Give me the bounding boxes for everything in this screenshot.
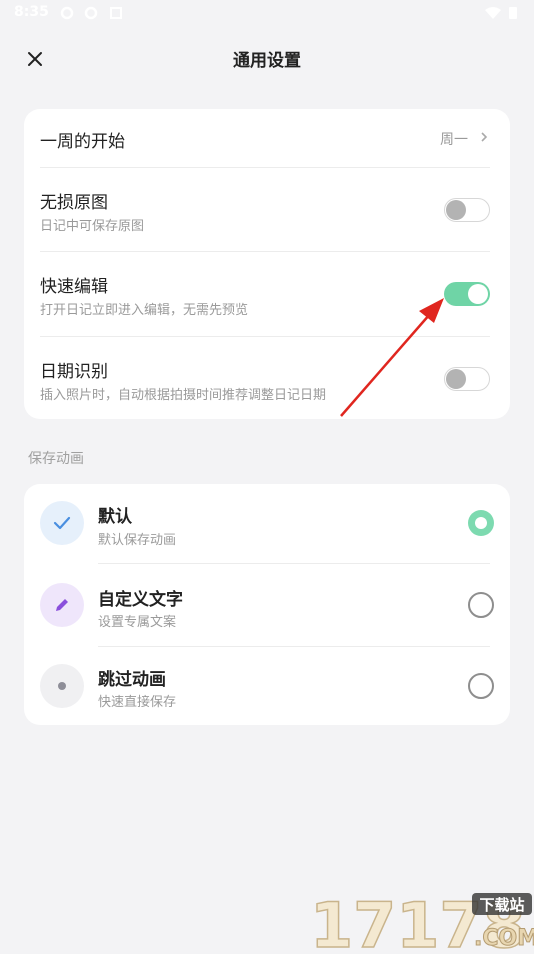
notification-icon [110, 7, 122, 19]
option-radio[interactable] [468, 673, 494, 699]
animation-option-custom-text[interactable]: 自定义文字 设置专属文案 [24, 564, 510, 646]
week-start-row[interactable]: 一周的开始 周一 [24, 109, 510, 167]
save-animation-card: 默认 默认保存动画 自定义文字 设置专属文案 跳过动画 快速直接保存 [24, 484, 510, 725]
watermark-logo: 17178 下载站 .COM [308, 887, 534, 954]
quick-edit-row: 快速编辑 打开日记立即进入编辑，无需先预览 [24, 252, 510, 336]
gear-icon [84, 6, 98, 20]
week-start-value: 周一 [440, 132, 468, 148]
watermark-suffix: .COM [474, 926, 534, 950]
animation-option-skip[interactable]: 跳过动画 快速直接保存 [24, 647, 510, 725]
option-radio[interactable] [468, 510, 494, 536]
animation-option-default[interactable]: 默认 默认保存动画 [24, 484, 510, 563]
option-subtitle: 默认保存动画 [98, 533, 177, 548]
date-detect-title: 日期识别 [40, 362, 108, 382]
status-time: 8:35 [14, 4, 49, 20]
wifi-icon [485, 7, 501, 19]
lossless-title: 无损原图 [40, 193, 108, 213]
option-subtitle: 快速直接保存 [98, 695, 177, 710]
pencil-icon [40, 583, 84, 627]
option-title: 自定义文字 [98, 590, 183, 610]
battery-icon [509, 7, 517, 19]
lossless-subtitle: 日记中可保存原图 [40, 219, 145, 234]
lossless-toggle[interactable] [444, 198, 490, 222]
quick-edit-subtitle: 打开日记立即进入编辑，无需先预览 [40, 303, 249, 318]
option-radio[interactable] [468, 592, 494, 618]
quick-edit-title: 快速编辑 [40, 277, 108, 297]
check-icon [40, 501, 84, 545]
general-settings-card: 一周的开始 周一 无损原图 日记中可保存原图 快速编辑 打开日记立即进入编辑，无… [24, 109, 510, 419]
dot-icon [40, 664, 84, 708]
save-animation-section-label: 保存动画 [28, 451, 84, 467]
week-start-title: 一周的开始 [40, 132, 125, 152]
lossless-row: 无损原图 日记中可保存原图 [24, 168, 510, 251]
date-detect-row: 日期识别 插入照片时，自动根据拍摄时间推荐调整日记日期 [24, 337, 510, 419]
gear-icon [60, 6, 74, 20]
watermark-tag: 下载站 [479, 896, 524, 914]
chevron-right-icon [481, 132, 488, 142]
page-title: 通用设置 [233, 51, 301, 71]
quick-edit-toggle[interactable] [444, 282, 490, 306]
top-bar: 通用设置 [0, 36, 534, 80]
status-bar: 8:35 [0, 0, 534, 28]
option-title: 默认 [98, 507, 132, 527]
date-detect-subtitle: 插入照片时，自动根据拍摄时间推荐调整日记日期 [40, 388, 327, 403]
option-subtitle: 设置专属文案 [98, 615, 177, 630]
option-title: 跳过动画 [98, 670, 166, 690]
date-detect-toggle[interactable] [444, 367, 490, 391]
